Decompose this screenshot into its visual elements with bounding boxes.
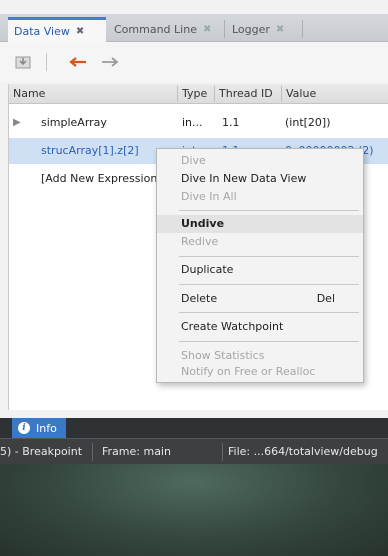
dive-in-all-icon[interactable] [14,54,32,70]
menu-item-dive[interactable]: Dive [157,152,363,170]
tab-command-line[interactable]: Command Line ✖ [108,17,223,42]
table-header: Name Type Thread ID Value [9,84,388,104]
status-frame: Frame: main [102,445,171,458]
toolbar [0,42,388,82]
info-tab[interactable]: i Info [12,418,66,438]
menu-item-dive-in-all[interactable]: Dive In All [157,188,363,206]
status-divider [222,443,223,461]
menu-item-redive[interactable]: Redive [157,233,363,251]
forward-arrow-icon[interactable] [100,54,120,70]
column-header-value[interactable]: Value [282,84,382,104]
tab-data-view[interactable]: Data View ✖ [8,17,106,43]
menu-item-notify-on-free[interactable]: Notify on Free or Realloc [157,363,363,381]
back-arrow-icon[interactable] [68,54,88,70]
tab-label: Data View [14,25,70,38]
menu-item-duplicate[interactable]: Duplicate [157,261,363,279]
row-thread-id: 1.1 [222,116,240,129]
tab-label: Command Line [114,23,197,36]
menu-item-delete[interactable]: Delete Del [157,290,363,308]
close-icon[interactable]: ✖ [276,24,284,35]
status-divider [92,443,93,461]
menu-item-undive[interactable]: Undive [157,215,363,233]
row-name: strucArray[1].z[2] [41,144,139,157]
info-tab-label: Info [36,421,57,435]
menu-separator [179,284,359,285]
column-header-type[interactable]: Type [178,84,214,104]
context-menu: Dive Dive In New Data View Dive In All U… [156,148,364,383]
column-header-thread-id[interactable]: Thread ID [215,84,281,104]
table-row[interactable]: ▶ simpleArray in... 1.1 (int[20]) [9,110,388,136]
status-bar: 5) - Breakpoint Frame: main File: ...664… [0,438,388,464]
row-value: (int[20]) [285,116,331,129]
close-icon[interactable]: ✖ [203,24,211,35]
menu-separator [179,210,359,211]
status-file: File: ...664/totalview/debug [228,445,378,458]
desktop-background [0,464,388,556]
tab-logger[interactable]: Logger ✖ [226,17,302,42]
menu-item-create-watchpoint[interactable]: Create Watchpoint [157,318,363,336]
status-breakpoint: 5) - Breakpoint [0,445,83,458]
info-icon: i [18,422,30,434]
menu-item-dive-in-new-data-view[interactable]: Dive In New Data View [157,170,363,188]
menu-separator [179,256,359,257]
tab-bar: Data View ✖ Command Line ✖ Logger ✖ [0,14,388,43]
expand-arrow-icon[interactable]: ▶ [13,110,21,136]
row-type: in... [182,116,203,129]
info-bar: i Info [0,418,388,438]
menu-separator [179,341,359,342]
close-icon[interactable]: ✖ [76,26,84,37]
shortcut-label: Del [316,292,335,305]
row-name: simpleArray [41,116,107,129]
tab-label: Logger [232,23,270,36]
menu-item-label: Delete [181,292,218,305]
data-view-panel: Data View ✖ Command Line ✖ Logger ✖ Name… [0,0,388,418]
tab-divider [224,20,225,38]
tab-divider [302,20,303,38]
column-header-name[interactable]: Name [9,84,177,104]
menu-separator [179,312,359,313]
toolbar-divider [46,53,47,71]
